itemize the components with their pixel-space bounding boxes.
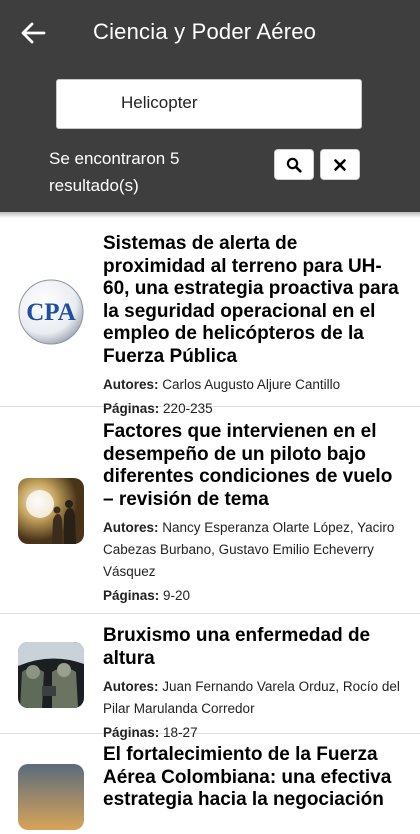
- item-text: Factores que intervienen en el desempeño…: [103, 421, 403, 607]
- item-title: Factores que intervienen en el desempeño…: [103, 421, 393, 510]
- list-item[interactable]: Factores que intervienen en el desempeño…: [0, 407, 420, 614]
- search-input[interactable]: [121, 93, 341, 113]
- search-button[interactable]: [274, 149, 314, 180]
- clear-button[interactable]: [320, 149, 360, 180]
- item-title: Sistemas de alerta de proximidad al terr…: [103, 233, 399, 367]
- item-text: Bruxismo una enfermedad de altura Autore…: [103, 625, 403, 744]
- pilot-photo-thumbnail: [18, 478, 84, 544]
- result-count-text: Se encontraron 5 resultado(s): [49, 149, 180, 195]
- item-title: El fortalecimiento de la Fuerza Aérea Co…: [103, 744, 392, 810]
- cockpit-photo-thumbnail: [18, 642, 84, 708]
- item-title: Bruxismo una enfermedad de altura: [103, 625, 371, 669]
- item-authors: Autores: Carlos Augusto Aljure Cantillo: [103, 377, 341, 392]
- page-title: Ciencia y Poder Aéreo: [93, 19, 317, 44]
- list-item[interactable]: El fortalecimiento de la Fuerza Aérea Co…: [0, 734, 420, 834]
- app-header: Ciencia y Poder Aéreo Se encontraron 5 r…: [0, 0, 420, 212]
- item-pages: Páginas: 9-20: [103, 588, 191, 603]
- cpa-logo-thumbnail: CPA: [18, 279, 84, 345]
- list-item[interactable]: CPA Sistemas de alerta de proximidad al …: [0, 218, 420, 416]
- svg-text:CPA: CPA: [26, 299, 76, 326]
- search-field[interactable]: [56, 79, 362, 129]
- item-authors: Autores: Nancy Esperanza Olarte López, Y…: [103, 520, 395, 579]
- close-icon: [334, 158, 346, 171]
- results-list: CPA Sistemas de alerta de proximidad al …: [0, 218, 420, 834]
- search-icon: [286, 157, 302, 173]
- item-authors: Autores: Juan Fernando Varela Orduz, Roc…: [103, 679, 400, 716]
- aircraft-photo-thumbnail: [18, 764, 84, 830]
- back-arrow-icon[interactable]: [20, 21, 46, 45]
- item-text: Sistemas de alerta de proximidad al terr…: [103, 233, 403, 420]
- item-text: El fortalecimiento de la Fuerza Aérea Co…: [103, 744, 403, 812]
- list-item[interactable]: Bruxismo una enfermedad de altura Autore…: [0, 614, 420, 740]
